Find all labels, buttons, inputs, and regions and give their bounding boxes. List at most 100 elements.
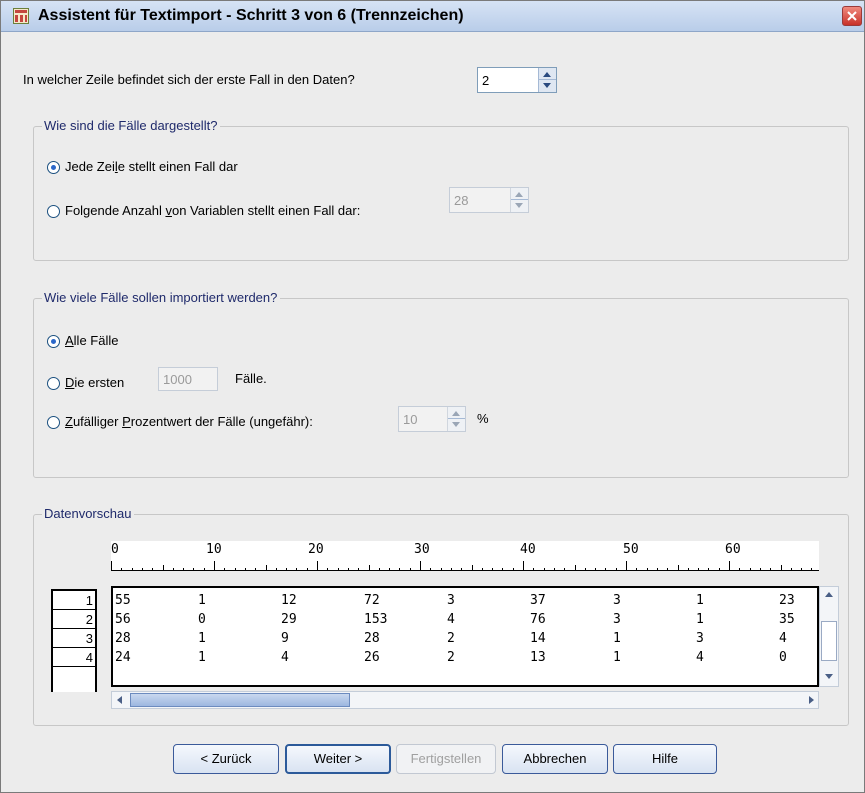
scroll-up-icon[interactable]	[825, 592, 833, 597]
first-cases-count-input[interactable]: 1000	[158, 367, 218, 391]
table-import-icon	[13, 8, 29, 24]
ruler-tick	[750, 568, 751, 571]
ruler-tick	[132, 568, 133, 571]
radio-label: Die ersten	[65, 375, 125, 390]
ruler-tick	[307, 568, 308, 571]
preview-cell: 1	[613, 631, 621, 646]
ruler-tick	[791, 568, 792, 571]
ruler-tick	[811, 568, 812, 571]
ruler-label: 30	[414, 542, 430, 557]
preview-cell: 3	[447, 593, 455, 608]
ruler-label: 20	[308, 542, 324, 557]
random-percent-value[interactable]: 10	[403, 412, 417, 427]
scrollbar-thumb[interactable]	[130, 693, 350, 707]
back-button[interactable]: < Zurück	[173, 744, 279, 774]
preview-cell: 1	[696, 593, 704, 608]
ruler-tick	[410, 568, 411, 571]
ruler-tick	[296, 568, 297, 571]
title-bar: Assistent für Textimport - Schritt 3 von…	[1, 1, 864, 32]
spinner-up-button[interactable]	[511, 188, 528, 200]
ruler-tick	[163, 565, 164, 571]
ruler-tick	[719, 568, 720, 571]
ruler-tick	[369, 565, 370, 571]
row-number: 4	[53, 648, 95, 667]
ruler-tick	[781, 565, 782, 571]
spinner-buttons	[510, 188, 528, 212]
close-button[interactable]	[842, 6, 862, 26]
ruler-tick	[358, 568, 359, 571]
ruler-tick	[698, 568, 699, 571]
radio-indicator	[47, 416, 60, 429]
preview-horizontal-scrollbar[interactable]	[111, 691, 819, 709]
spinner-up-button[interactable]	[448, 407, 465, 419]
preview-cell: 9	[281, 631, 289, 646]
preview-cell: 13	[530, 650, 546, 665]
first-case-row-value[interactable]: 2	[482, 73, 489, 88]
arrow-down-icon	[515, 203, 523, 208]
ruler-tick	[544, 568, 545, 571]
spinner-down-button[interactable]	[511, 200, 528, 212]
ruler-tick	[605, 568, 606, 571]
variables-count-value[interactable]: 28	[454, 193, 468, 208]
spinner-buttons	[538, 68, 556, 92]
spinner-buttons	[447, 407, 465, 431]
preview-cell: 35	[779, 612, 795, 627]
finish-button[interactable]: Fertigstellen	[396, 744, 496, 774]
radio-label: Alle Fälle	[65, 333, 119, 348]
ruler-baseline	[111, 570, 819, 571]
spinner-down-button[interactable]	[539, 80, 556, 92]
preview-cell: 23	[779, 593, 795, 608]
ruler-tick	[317, 561, 318, 571]
ruler-tick	[492, 568, 493, 571]
first-cases-suffix: Fälle.	[235, 371, 267, 386]
scroll-left-icon[interactable]	[117, 696, 122, 704]
first-case-row-spinner[interactable]: 2	[477, 67, 557, 93]
preview-cell: 4	[447, 612, 455, 627]
ruler-tick	[513, 568, 514, 571]
next-button[interactable]: Weiter >	[285, 744, 391, 774]
ruler-tick	[760, 568, 761, 571]
group-legend: Wie viele Fälle sollen importiert werden…	[42, 290, 281, 305]
ruler-label: 0	[111, 542, 119, 557]
ruler-tick	[430, 568, 431, 571]
ruler-tick	[327, 568, 328, 571]
data-preview-grid[interactable]: 55 1 12 72 3 37 3 1 23 56 0 29 153 4 76 3 1 35 28 1 9 28 2 14 1 3…	[111, 586, 819, 687]
ruler-tick	[173, 568, 174, 571]
preview-vertical-scrollbar[interactable]	[819, 586, 839, 687]
cancel-button[interactable]: Abbrechen	[502, 744, 608, 774]
preview-cell: 4	[779, 631, 787, 646]
help-button[interactable]: Hilfe	[613, 744, 717, 774]
radio-label: Jede Zeile stellt einen Fall dar	[65, 159, 238, 174]
arrow-up-icon	[452, 411, 460, 416]
scroll-right-icon[interactable]	[809, 696, 814, 704]
ruler-tick	[729, 561, 730, 571]
ruler-tick	[575, 565, 576, 571]
scroll-down-icon[interactable]	[825, 674, 833, 679]
ruler-tick	[595, 568, 596, 571]
ruler-label: 10	[206, 542, 222, 557]
preview-cell: 72	[364, 593, 380, 608]
ruler-tick	[266, 565, 267, 571]
preview-cell: 37	[530, 593, 546, 608]
ruler-tick	[770, 568, 771, 571]
arrow-down-icon	[543, 83, 551, 88]
spinner-up-button[interactable]	[539, 68, 556, 80]
ruler-tick	[482, 568, 483, 571]
ruler-tick	[502, 568, 503, 571]
preview-cell: 2	[447, 650, 455, 665]
preview-cell: 28	[364, 631, 380, 646]
spinner-down-button[interactable]	[448, 419, 465, 431]
ruler-tick	[472, 565, 473, 571]
random-percent-spinner[interactable]: 10	[398, 406, 466, 432]
ruler-tick	[399, 568, 400, 571]
scrollbar-thumb[interactable]	[821, 621, 837, 661]
preview-cell: 28	[115, 631, 131, 646]
variables-count-spinner[interactable]: 28	[449, 187, 529, 213]
ruler-tick	[616, 568, 617, 571]
ruler-label: 40	[520, 542, 536, 557]
close-icon	[847, 11, 857, 21]
preview-cell: 76	[530, 612, 546, 627]
row-number: 2	[53, 610, 95, 629]
radio-label: Folgende Anzahl von Variablen stellt ein…	[65, 203, 361, 218]
column-ruler[interactable]: 0 10 20 30 40 50 60	[111, 541, 819, 571]
